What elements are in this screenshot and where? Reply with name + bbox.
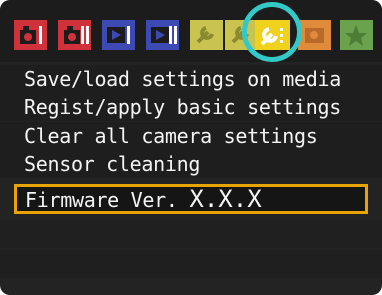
tab-playback-1[interactable]: [102, 20, 135, 50]
wrench-icon: [255, 20, 290, 50]
menu-item-firmware-version[interactable]: Firmware Ver. X.X.X: [14, 184, 368, 214]
menu-empty-row: [0, 220, 382, 248]
firmware-version-value: X.X.X: [189, 185, 262, 213]
menu-item-label: Sensor cleaning: [24, 152, 201, 176]
firmware-label: Firmware Ver.: [25, 188, 178, 212]
menu-item-clear-all-camera-settings[interactable]: Clear all camera settings: [0, 122, 382, 150]
menu-empty-row: [0, 250, 382, 278]
menu-item-label: Firmware Ver. X.X.X: [25, 187, 262, 212]
menu-item-label: Regist/apply basic settings: [24, 95, 342, 119]
menu-item-sensor-cleaning[interactable]: Sensor cleaning: [0, 150, 382, 178]
camera-icon: [58, 20, 91, 50]
wrench-icon: [225, 20, 258, 50]
camera-lcd-screen: Save/load settings on media Regist/apply…: [0, 0, 382, 295]
menu-item-label: Save/load settings on media: [24, 67, 342, 91]
menu-item-label: Clear all camera settings: [24, 124, 318, 148]
tab-setup-3[interactable]: [255, 20, 290, 50]
playback-icon: [102, 20, 135, 50]
tab-playback-2[interactable]: [146, 20, 179, 50]
menu-item-save-load-settings[interactable]: Save/load settings on media: [0, 65, 382, 93]
tab-custom-functions[interactable]: [298, 20, 331, 50]
tab-my-menu[interactable]: [340, 20, 373, 50]
tab-setup-2[interactable]: [225, 20, 258, 50]
star-icon: [340, 20, 373, 50]
custom-function-icon: [298, 20, 331, 50]
tab-shooting-2[interactable]: [58, 20, 91, 50]
menu-tab-bar: [0, 0, 382, 62]
tab-shooting-1[interactable]: [14, 20, 47, 50]
tab-setup-1[interactable]: [190, 20, 223, 50]
menu-item-regist-apply-basic-settings[interactable]: Regist/apply basic settings: [0, 93, 382, 121]
playback-icon: [146, 20, 179, 50]
wrench-icon: [190, 20, 223, 50]
camera-icon: [14, 20, 47, 50]
